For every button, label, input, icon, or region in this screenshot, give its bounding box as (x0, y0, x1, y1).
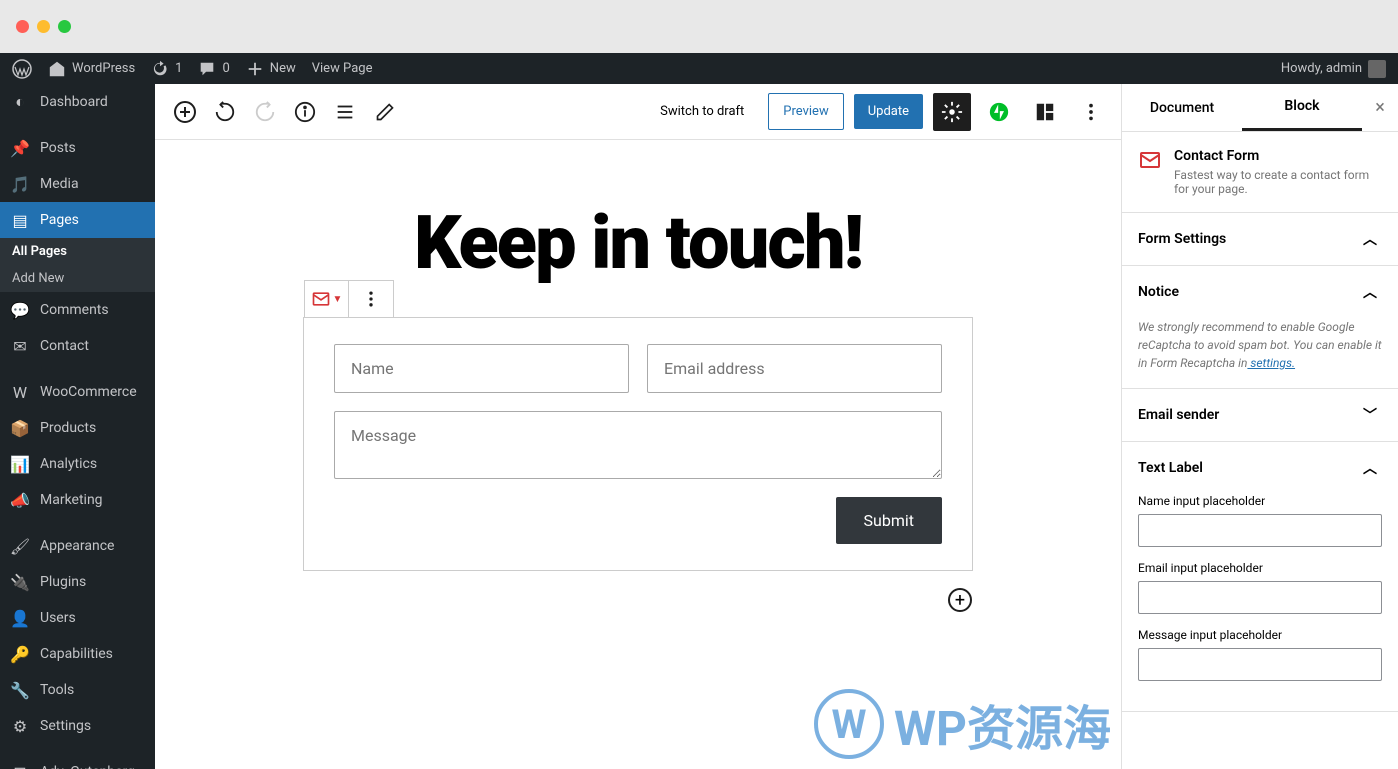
contact-form-block[interactable]: ▼ Submit + (303, 317, 973, 571)
menu-dashboard[interactable]: ◐Dashboard (0, 84, 155, 120)
email-input[interactable] (647, 344, 942, 393)
menu-woocommerce[interactable]: WWooCommerce (0, 374, 155, 410)
panel-notice[interactable]: Notice ︿ (1122, 266, 1398, 318)
galleria-icon[interactable] (1027, 94, 1063, 130)
menu-posts[interactable]: 📌Posts (0, 130, 155, 166)
email-placeholder-input[interactable] (1138, 581, 1382, 614)
wrench-icon: 🔧 (10, 680, 30, 700)
media-icon: 🎵 (10, 174, 30, 194)
menu-analytics[interactable]: 📊Analytics (0, 446, 155, 482)
mac-minimize-button[interactable] (37, 20, 50, 33)
menu-capabilities[interactable]: 🔑Capabilities (0, 636, 155, 672)
comments-link[interactable]: 0 (198, 60, 229, 78)
menu-users[interactable]: 👤Users (0, 600, 155, 636)
more-options-button[interactable] (1073, 94, 1109, 130)
close-inspector-button[interactable]: × (1362, 97, 1398, 118)
howdy-link[interactable]: Howdy, admin (1281, 60, 1386, 78)
tab-block[interactable]: Block (1242, 84, 1362, 131)
submit-button[interactable]: Submit (836, 497, 942, 544)
updates-link[interactable]: 1 (151, 60, 182, 78)
info-button[interactable] (287, 94, 323, 130)
menu-tools[interactable]: 🔧Tools (0, 672, 155, 708)
key-icon: 🔑 (10, 644, 30, 664)
email-placeholder-label: Email input placeholder (1138, 561, 1382, 575)
megaphone-icon: 📣 (10, 490, 30, 510)
settings-link[interactable]: settings. (1247, 356, 1295, 370)
block-title: Contact Form (1174, 148, 1382, 164)
block-description: Fastest way to create a contact form for… (1174, 168, 1382, 196)
add-block-inline-button[interactable]: + (948, 588, 972, 612)
panel-email-sender[interactable]: Email sender ﹀ (1122, 389, 1398, 441)
name-input[interactable] (334, 344, 629, 393)
menu-plugins[interactable]: 🔌Plugins (0, 564, 155, 600)
jetpack-icon[interactable] (981, 94, 1017, 130)
archive-icon: 📦 (10, 418, 30, 438)
grid-icon: ⊞ (10, 762, 30, 769)
edit-button[interactable] (367, 94, 403, 130)
mail-icon: ✉ (10, 336, 30, 356)
preview-button[interactable]: Preview (768, 93, 843, 130)
chevron-up-icon: ︿ (1358, 456, 1382, 480)
menu-media[interactable]: 🎵Media (0, 166, 155, 202)
menu-settings[interactable]: ⚙Settings (0, 708, 155, 744)
plug-icon: 🔌 (10, 572, 30, 592)
block-more-button[interactable] (349, 281, 393, 317)
comment-icon: 💬 (10, 300, 30, 320)
new-link[interactable]: New (246, 60, 296, 78)
switch-to-draft-button[interactable]: Switch to draft (646, 94, 758, 129)
chevron-up-icon: ︿ (1358, 280, 1382, 304)
pin-icon: 📌 (10, 138, 30, 158)
mac-maximize-button[interactable] (58, 20, 71, 33)
menu-products[interactable]: 📦Products (0, 410, 155, 446)
chevron-up-icon: ︿ (1358, 227, 1382, 251)
avatar (1368, 60, 1386, 78)
page-icon: ▤ (10, 210, 30, 230)
notice-text: We strongly recommend to enable Google r… (1138, 318, 1382, 372)
tab-document[interactable]: Document (1122, 86, 1242, 130)
speedometer-icon: ◐ (10, 92, 30, 112)
view-page-link[interactable]: View Page (312, 61, 373, 76)
chevron-down-icon: ﹀ (1358, 403, 1382, 427)
name-placeholder-input[interactable] (1138, 514, 1382, 547)
menu-comments[interactable]: 💬Comments (0, 292, 155, 328)
brush-icon: 🖌 (10, 536, 30, 556)
mail-block-icon (1138, 148, 1162, 172)
message-placeholder-input[interactable] (1138, 648, 1382, 681)
add-block-button[interactable] (167, 94, 203, 130)
mac-close-button[interactable] (16, 20, 29, 33)
settings-toggle-button[interactable] (933, 93, 971, 131)
menu-adv-gutenberg[interactable]: ⊞Adv. Gutenberg (0, 754, 155, 769)
chart-icon: 📊 (10, 454, 30, 474)
message-placeholder-label: Message input placeholder (1138, 628, 1382, 642)
update-button[interactable]: Update (854, 94, 923, 129)
redo-button (247, 94, 283, 130)
menu-appearance[interactable]: 🖌Appearance (0, 528, 155, 564)
inspector-sidebar: Document Block × Contact Form Fastest wa… (1121, 84, 1398, 769)
menu-pages[interactable]: ▤Pages (0, 202, 155, 238)
admin-sidebar: ◐Dashboard 📌Posts 🎵Media ▤Pages All Page… (0, 84, 155, 769)
wp-admin-bar: WordPress 1 0 New View Page Howdy, admin (0, 53, 1398, 84)
sliders-icon: ⚙ (10, 716, 30, 736)
submenu-add-new[interactable]: Add New (0, 265, 155, 292)
undo-button[interactable] (207, 94, 243, 130)
mac-titlebar (0, 0, 1398, 53)
name-placeholder-label: Name input placeholder (1138, 494, 1382, 508)
block-toolbar: ▼ (304, 280, 394, 318)
editor-header: Switch to draft Preview Update (155, 84, 1121, 140)
wp-logo[interactable] (12, 59, 32, 79)
woo-icon: W (10, 382, 30, 402)
site-name-link[interactable]: WordPress (48, 60, 135, 78)
submenu-all-pages[interactable]: All Pages (0, 238, 155, 265)
panel-text-label[interactable]: Text Label ︿ (1122, 442, 1398, 494)
outline-button[interactable] (327, 94, 363, 130)
panel-form-settings[interactable]: Form Settings ︿ (1122, 213, 1398, 265)
message-textarea[interactable] (334, 411, 942, 479)
menu-contact[interactable]: ✉Contact (0, 328, 155, 364)
user-icon: 👤 (10, 608, 30, 628)
editor-canvas[interactable]: Keep in touch! ▼ Submit + (155, 140, 1121, 769)
block-type-button[interactable]: ▼ (305, 281, 349, 317)
page-title[interactable]: Keep in touch! (303, 200, 973, 287)
menu-marketing[interactable]: 📣Marketing (0, 482, 155, 518)
